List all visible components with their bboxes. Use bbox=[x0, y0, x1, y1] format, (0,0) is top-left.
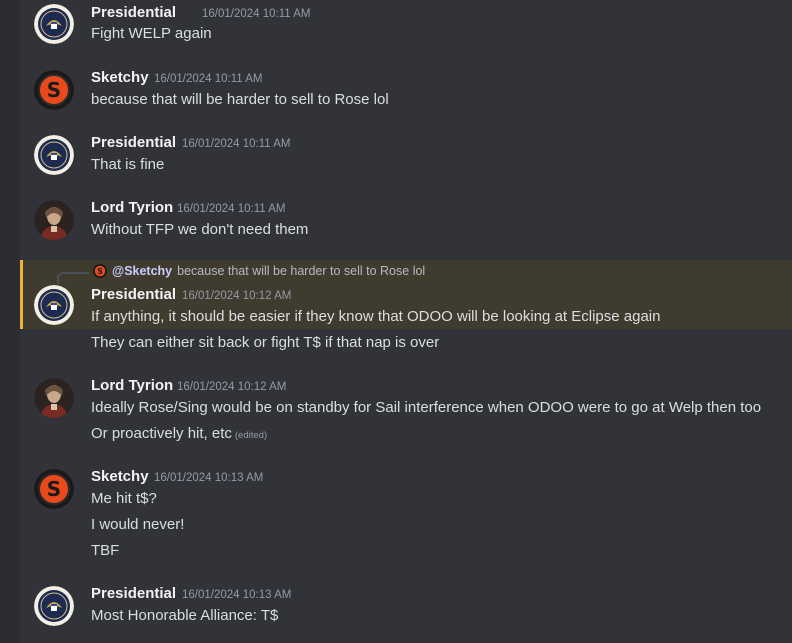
message-text: That is fine bbox=[91, 156, 165, 173]
author-name[interactable]: Presidential bbox=[91, 585, 176, 602]
reply-preview[interactable]: S @Sketchy because that will be harder t… bbox=[93, 264, 425, 278]
edited-marker: (edited) bbox=[234, 430, 268, 441]
author-name[interactable]: Lord Tyrion bbox=[91, 377, 173, 394]
sketchy-s-icon[interactable]: S bbox=[34, 469, 74, 509]
author-name[interactable]: Presidential bbox=[91, 4, 176, 21]
timestamp: 16/01/2024 10:13 AM bbox=[182, 589, 292, 601]
timestamp: 16/01/2024 10:11 AM bbox=[202, 8, 311, 20]
author-name[interactable]: Presidential bbox=[91, 134, 176, 151]
author-name[interactable]: Presidential bbox=[91, 286, 176, 303]
reply-text: because that will be harder to sell to R… bbox=[177, 264, 426, 278]
message-text: Fight WELP again bbox=[91, 25, 212, 42]
message-group[interactable]: Lord Tyrion 16/01/2024 10:12 AM Ideally … bbox=[20, 374, 792, 446]
message-text: Without TFP we don't need them bbox=[91, 221, 309, 238]
author-name[interactable]: Sketchy bbox=[91, 69, 149, 86]
message-text: If anything, it should be easier if they… bbox=[91, 308, 661, 325]
message-followup[interactable]: They can either sit back or fight T$ if … bbox=[20, 329, 792, 355]
message-group[interactable]: Lord Tyrion 16/01/2024 10:11 AM Without … bbox=[20, 196, 792, 248]
message-group[interactable]: Presidential 16/01/2024 10:13 AM Most Ho… bbox=[20, 582, 792, 634]
svg-text:S: S bbox=[47, 477, 61, 501]
timestamp: 16/01/2024 10:12 AM bbox=[182, 290, 292, 302]
author-name[interactable]: Sketchy bbox=[91, 468, 149, 485]
presidential-seal-icon[interactable] bbox=[34, 4, 74, 44]
sketchy-s-icon[interactable]: S bbox=[34, 70, 74, 110]
message-text: Ideally Rose/Sing would be on standby fo… bbox=[91, 399, 762, 416]
message-group[interactable]: S Sketchy 16/01/2024 10:11 AM because th… bbox=[20, 66, 792, 118]
timestamp: 16/01/2024 10:11 AM bbox=[182, 138, 291, 150]
message-text: Most Honorable Alliance: T$ bbox=[91, 607, 279, 624]
message-group-mention[interactable]: S @Sketchy because that will be harder t… bbox=[20, 260, 792, 329]
reply-spine bbox=[57, 272, 89, 284]
presidential-seal-icon[interactable] bbox=[34, 285, 74, 325]
message-text-content: Or proactively hit, etc bbox=[91, 425, 232, 442]
timestamp: 16/01/2024 10:13 AM bbox=[154, 472, 264, 484]
svg-text:S: S bbox=[47, 78, 61, 102]
svg-text:S: S bbox=[97, 267, 103, 276]
timestamp: 16/01/2024 10:12 AM bbox=[177, 381, 287, 393]
message-group[interactable]: Presidential 16/01/2024 10:11 AM That is… bbox=[20, 131, 792, 183]
presidential-seal-icon[interactable] bbox=[34, 135, 74, 175]
timestamp: 16/01/2024 10:11 AM bbox=[154, 73, 263, 85]
reply-mention-user[interactable]: @Sketchy bbox=[112, 264, 172, 278]
presidential-seal-icon[interactable] bbox=[34, 586, 74, 626]
message-group[interactable]: Presidential 16/01/2024 10:11 AM Fight W… bbox=[20, 0, 792, 52]
message-text: I would never! bbox=[91, 516, 185, 533]
lord-tyrion-portrait-icon[interactable] bbox=[34, 200, 74, 240]
sketchy-s-icon: S bbox=[93, 264, 107, 278]
message-text: Me hit t$? bbox=[91, 490, 157, 507]
left-gutter bbox=[0, 0, 20, 643]
message-group[interactable]: S Sketchy 16/01/2024 10:13 AM Me hit t$?… bbox=[20, 465, 792, 565]
message-text: TBF bbox=[91, 542, 120, 559]
message-text: They can either sit back or fight T$ if … bbox=[91, 334, 440, 351]
message-text: Or proactively hit, etc (edited) bbox=[91, 425, 267, 442]
timestamp: 16/01/2024 10:11 AM bbox=[177, 203, 286, 215]
message-text: because that will be harder to sell to R… bbox=[91, 91, 389, 108]
author-name[interactable]: Lord Tyrion bbox=[91, 199, 173, 216]
lord-tyrion-portrait-icon[interactable] bbox=[34, 378, 74, 418]
